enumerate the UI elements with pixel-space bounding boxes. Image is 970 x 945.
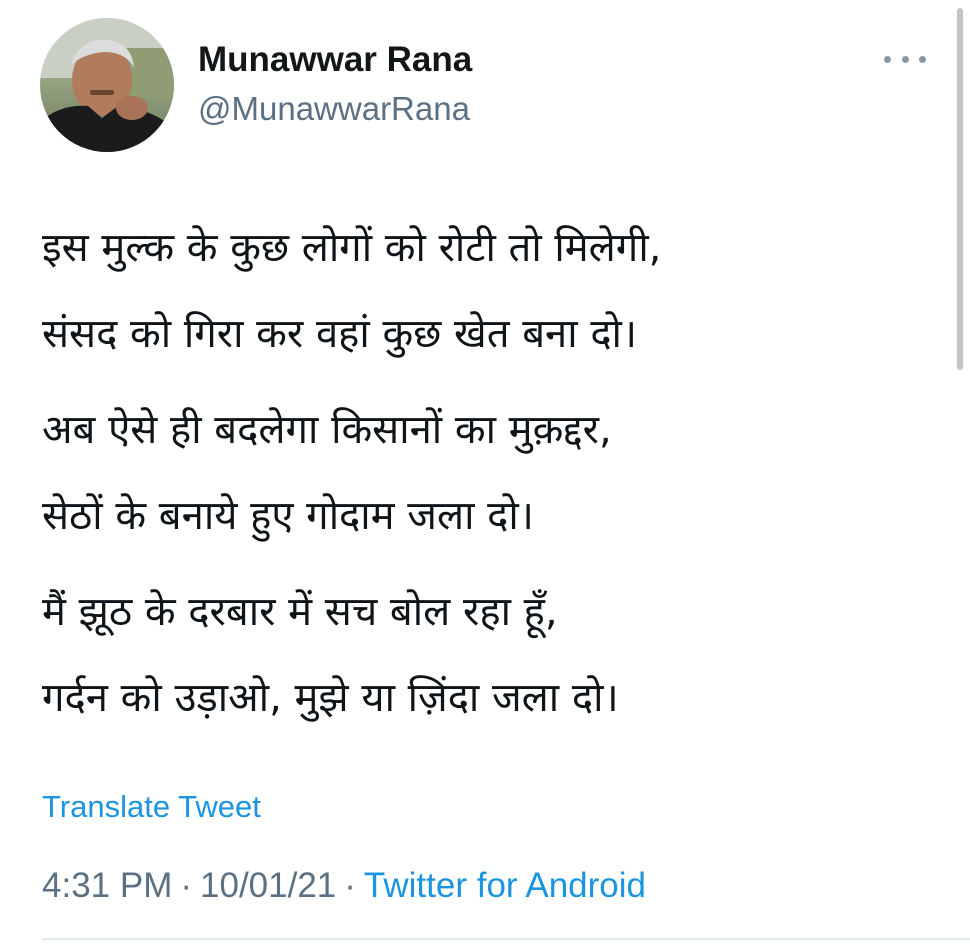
stanza: अब ऐसे ही बदलेगा किसानों का मुक़द्दर, से… xyxy=(42,387,942,559)
dot xyxy=(884,55,891,63)
author-handle[interactable]: @MunawwarRana xyxy=(198,90,470,128)
tweet-line: अब ऐसे ही बदलेगा किसानों का मुक़द्दर, xyxy=(42,407,612,453)
tweet-source-link[interactable]: Twitter for Android xyxy=(364,866,646,906)
dot xyxy=(901,55,909,63)
more-options-icon[interactable] xyxy=(884,46,926,72)
avatar[interactable] xyxy=(40,18,174,152)
meta-separator: · xyxy=(180,866,193,905)
tweet-line: संसद को गिरा कर वहां कुछ खेत बना दो। xyxy=(42,311,638,357)
tweet-line: गर्दन को उड़ाओ, मुझे या ज़िंदा जला दो। xyxy=(42,675,619,721)
tweet-line: इस मुल्क के कुछ लोगों को रोटी तो मिलेगी, xyxy=(42,225,662,271)
tweet-text: इस मुल्क के कुछ लोगों को रोटी तो मिलेगी,… xyxy=(42,205,942,751)
stanza: इस मुल्क के कुछ लोगों को रोटी तो मिलेगी,… xyxy=(42,205,942,377)
author-name[interactable]: Munawwar Rana xyxy=(198,40,472,80)
dot xyxy=(919,55,926,63)
meta-separator: · xyxy=(344,866,356,905)
tweet-line: सेठों के बनाये हुए गोदाम जला दो। xyxy=(42,493,534,539)
scrollbar[interactable] xyxy=(957,8,963,370)
tweet-line: मैं झूठ के दरबार में सच बोल रहा हूँ, xyxy=(42,589,558,635)
divider xyxy=(42,938,970,940)
tweet-time[interactable]: 4:31 PM xyxy=(42,866,172,906)
tweet-date[interactable]: 10/01/21 xyxy=(200,866,336,906)
translate-tweet-link[interactable]: Translate Tweet xyxy=(42,789,261,825)
tweet-meta: 4:31 PM · 10/01/21 · Twitter for Android xyxy=(42,866,646,906)
profile-photo-icon xyxy=(40,18,174,152)
stanza: मैं झूठ के दरबार में सच बोल रहा हूँ, गर्… xyxy=(42,569,942,741)
